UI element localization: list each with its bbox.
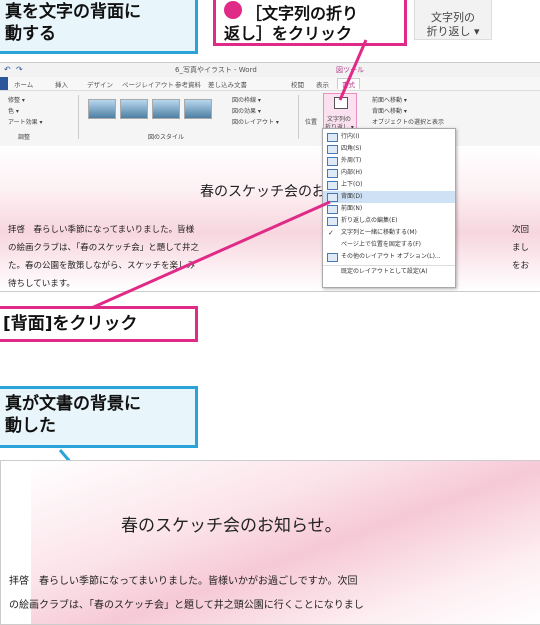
callout-click-behind-text: [背面]をクリック: [3, 314, 138, 334]
callout-moved-to-background: 真が文書の背景に 動した: [0, 386, 198, 448]
result-doc-title: 春のスケッチ会のお知らせ。: [121, 516, 342, 536]
callout-click-behind: [背面]をクリック: [0, 306, 198, 342]
result-doc-line-1: 拝啓 春らしい季節になってまいりました。皆様いかがお過ごしですか。次回: [9, 576, 358, 587]
result-document: 春のスケッチ会のお知らせ。 拝啓 春らしい季節になってまいりました。皆様いかがお…: [0, 460, 540, 625]
result-doc-line-2: の絵画クラブは、「春のスケッチ会」と題して井之頭公園に行くことになりまし: [9, 600, 364, 611]
callout-moved-line1: 真が文書の背景に: [5, 394, 141, 414]
pointer-line-wrap: [338, 39, 368, 101]
pointer-line-behind: [59, 200, 331, 324]
callout-moved-line2: 動した: [5, 416, 56, 436]
